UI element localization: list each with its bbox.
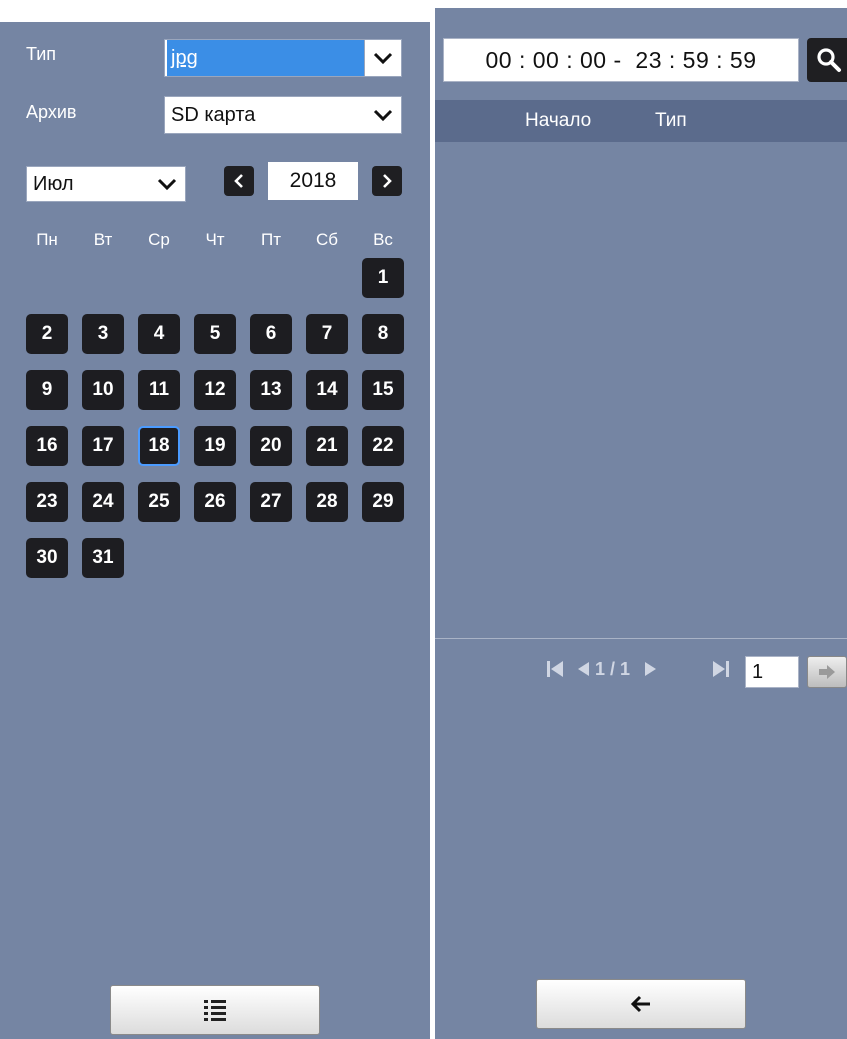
calendar-day[interactable]: 29 [362, 482, 404, 522]
weekday-header: Вс [373, 230, 393, 249]
chevron-down-icon [365, 97, 401, 133]
chevron-down-icon [364, 40, 401, 76]
page-info: 1 / 1 [595, 659, 631, 679]
weekday-header: Пн [36, 230, 58, 249]
next-page-icon[interactable] [643, 658, 659, 680]
calendar-day[interactable]: 3 [82, 314, 124, 354]
chevron-left-icon [234, 174, 243, 188]
weekday-header: Ср [148, 230, 170, 249]
month-select-value: Июл [33, 172, 74, 195]
calendar-day[interactable]: 25 [138, 482, 180, 522]
prev-page-icon[interactable] [575, 658, 591, 680]
weekday-header: Вт [93, 230, 113, 249]
first-page-icon[interactable] [545, 658, 565, 680]
chevron-right-icon [383, 174, 392, 188]
left-panel: Тип jpg Архив SD карта Июл 2018 Пн Вт Ср… [0, 0, 430, 1039]
calendar-day[interactable]: 15 [362, 370, 404, 410]
calendar-day[interactable]: 4 [138, 314, 180, 354]
calendar-day[interactable]: 26 [194, 482, 236, 522]
search-icon [817, 48, 841, 72]
calendar-day-selected[interactable]: 18 [138, 426, 180, 466]
calendar-day[interactable]: 23 [26, 482, 68, 522]
weekday-header: Чт [205, 230, 225, 249]
calendar-day[interactable]: 21 [306, 426, 348, 466]
calendar-day[interactable]: 2 [26, 314, 68, 354]
type-label: Тип [26, 44, 57, 64]
page-number-input[interactable]: 1 [745, 656, 799, 688]
calendar-day[interactable]: 31 [82, 538, 124, 578]
go-page-button[interactable] [807, 656, 847, 688]
calendar-day[interactable]: 28 [306, 482, 348, 522]
chevron-down-icon [149, 167, 185, 201]
year-field[interactable]: 2018 [268, 162, 358, 200]
search-button[interactable] [807, 38, 847, 82]
calendar-day[interactable]: 20 [250, 426, 292, 466]
calendar-day[interactable]: 6 [250, 314, 292, 354]
archive-label: Архив [26, 102, 77, 122]
calendar-day[interactable]: 5 [194, 314, 236, 354]
weekday-header: Сб [315, 230, 338, 249]
calendar-day[interactable]: 11 [138, 370, 180, 410]
archive-select-value: SD карта [171, 103, 256, 126]
weekday-header: Пт [260, 230, 281, 249]
calendar-day[interactable]: 12 [194, 370, 236, 410]
calendar-day[interactable]: 8 [362, 314, 404, 354]
right-panel: 00 : 00 : 00 - 23 : 59 : 59 Начало Тип 1… [435, 8, 847, 1039]
time-range-field[interactable]: 00 : 00 : 00 - 23 : 59 : 59 [443, 38, 799, 82]
calendar-day[interactable]: 14 [306, 370, 348, 410]
type-select-value: jpg [167, 40, 364, 76]
calendar-day[interactable]: 16 [26, 426, 68, 466]
table-bottom-divider [435, 638, 847, 639]
calendar-day[interactable]: 7 [306, 314, 348, 354]
list-icon [204, 1000, 226, 1021]
calendar-day[interactable]: 30 [26, 538, 68, 578]
column-header-type[interactable]: Тип [655, 110, 687, 132]
results-table-header: Начало Тип [435, 100, 847, 142]
column-header-start[interactable]: Начало [525, 110, 591, 132]
next-year-button[interactable] [372, 166, 402, 196]
calendar-day[interactable]: 24 [82, 482, 124, 522]
back-button[interactable] [536, 979, 746, 1029]
calendar-day[interactable]: 22 [362, 426, 404, 466]
prev-year-button[interactable] [224, 166, 254, 196]
calendar-day[interactable]: 9 [26, 370, 68, 410]
arrow-left-icon [630, 995, 650, 1013]
calendar-day[interactable]: 19 [194, 426, 236, 466]
month-select[interactable]: Июл [26, 166, 186, 202]
archive-select[interactable]: SD карта [164, 96, 402, 134]
type-select[interactable]: jpg [164, 39, 402, 77]
list-button[interactable] [110, 985, 320, 1035]
calendar-day[interactable]: 10 [82, 370, 124, 410]
calendar-day[interactable]: 17 [82, 426, 124, 466]
calendar-day[interactable]: 13 [250, 370, 292, 410]
go-arrow-icon [819, 665, 835, 679]
last-page-icon[interactable] [711, 658, 731, 680]
calendar-day[interactable]: 1 [362, 258, 404, 298]
calendar-day[interactable]: 27 [250, 482, 292, 522]
